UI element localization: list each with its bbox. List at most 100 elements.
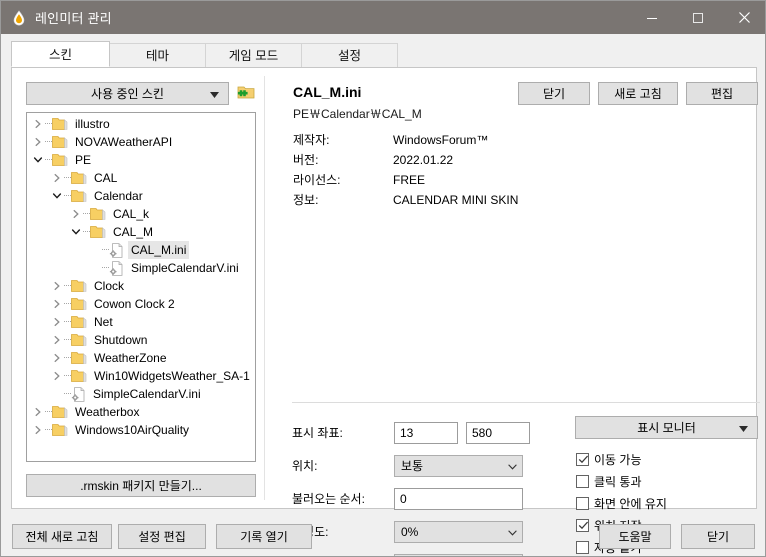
folder-icon: [90, 207, 106, 221]
close-window-button[interactable]: 닫기: [681, 524, 755, 549]
checkbox-unchecked-icon[interactable]: [576, 496, 589, 510]
metadata-row: 정보: CALENDAR MINI SKIN: [293, 190, 733, 210]
chevron-right-icon[interactable]: [31, 115, 45, 133]
ini-file-icon: [109, 242, 124, 258]
tree-folder-item[interactable]: CAL: [27, 169, 255, 187]
skin-filter-dropdown[interactable]: 사용 중인 스킨: [26, 82, 229, 105]
ini-file-icon: [71, 386, 86, 402]
metadata-value: CALENDAR MINI SKIN: [393, 193, 519, 207]
checkbox-row[interactable]: 화면 안에 유지: [576, 492, 765, 514]
tree-item-label: CAL_M: [113, 225, 154, 239]
close-icon[interactable]: [721, 1, 765, 34]
window-controls: [629, 1, 765, 34]
chevron-right-icon[interactable]: [50, 277, 64, 295]
chevron-right-icon[interactable]: [50, 349, 64, 367]
folder-icon: [52, 423, 68, 437]
checkbox-row[interactable]: 클릭 통과: [576, 470, 765, 492]
tree-folder-item[interactable]: CAL_M: [27, 223, 255, 241]
chevron-right-icon[interactable]: [31, 403, 45, 421]
refresh-skin-button[interactable]: 새로 고침: [598, 82, 678, 105]
tree-item-label: WeatherZone: [94, 351, 167, 365]
position-select[interactable]: 보통: [394, 454, 523, 477]
folder-icon: [71, 189, 87, 203]
tree-item-label: illustro: [75, 117, 110, 131]
tree-connector: [45, 123, 52, 125]
metadata-row: 버전: 2022.01.22: [293, 150, 733, 170]
checkbox-row[interactable]: 이동 가능: [576, 448, 765, 470]
tree-item-label: Cowon Clock 2: [94, 297, 175, 311]
tree-folder-item[interactable]: Win10WidgetsWeather_SA-1: [27, 367, 255, 385]
chevron-down-icon[interactable]: [31, 151, 45, 169]
refresh-all-button[interactable]: 전체 새로 고침: [12, 524, 112, 549]
tree-connector: [64, 339, 71, 341]
tree-item-label: CAL_k: [113, 207, 150, 221]
window-title: 레인미터 관리: [35, 11, 112, 26]
chevron-right-icon[interactable]: [50, 169, 64, 187]
edit-skin-button[interactable]: 편집: [686, 82, 758, 105]
tree-folder-item[interactable]: Calendar: [27, 187, 255, 205]
tree-item-label: Weatherbox: [75, 405, 140, 419]
minimize-icon[interactable]: [629, 1, 675, 34]
tree-folder-item[interactable]: Windows10AirQuality: [27, 421, 255, 439]
title-bar: 레인미터 관리: [1, 1, 765, 34]
tree-connector: [64, 321, 71, 323]
folder-icon: [52, 405, 68, 419]
chevron-down-icon: [210, 87, 219, 101]
folder-icon: [71, 369, 87, 383]
coordinate-y-input[interactable]: 580: [466, 421, 530, 444]
tree-item-label: PE: [75, 153, 92, 167]
tree-file-item[interactable]: CAL_M.ini: [27, 241, 255, 259]
tree-file-item[interactable]: SimpleCalendarV.ini: [27, 385, 255, 403]
tab-themes[interactable]: 테마: [109, 43, 206, 67]
tree-item-label: SimpleCalendarV.ini: [131, 261, 239, 275]
add-folder-icon[interactable]: [236, 82, 256, 102]
maximize-icon[interactable]: [675, 1, 721, 34]
create-rmskin-package-button[interactable]: .rmskin 패키지 만들기...: [26, 474, 256, 497]
chevron-right-icon[interactable]: [50, 313, 64, 331]
tab-skins[interactable]: 스킨: [11, 41, 110, 67]
tree-folder-item[interactable]: WeatherZone: [27, 349, 255, 367]
metadata-key: 라이선스:: [293, 173, 341, 187]
tree-folder-item[interactable]: illustro: [27, 115, 255, 133]
close-skin-button[interactable]: 닫기: [518, 82, 590, 105]
tree-folder-item[interactable]: NOVAWeatherAPI: [27, 133, 255, 151]
tree-folder-item[interactable]: Weatherbox: [27, 403, 255, 421]
tree-folder-item[interactable]: Net: [27, 313, 255, 331]
tree-folder-item[interactable]: Shutdown: [27, 331, 255, 349]
tree-folder-item[interactable]: CAL_k: [27, 205, 255, 223]
checkbox-unchecked-icon[interactable]: [576, 474, 589, 488]
coordinate-x-input[interactable]: 13: [394, 421, 458, 444]
open-log-button[interactable]: 기록 열기: [216, 524, 312, 549]
coordinates-label: 표시 좌표:: [292, 426, 343, 440]
tree-item-label: NOVAWeatherAPI: [75, 135, 173, 149]
checkbox-checked-icon[interactable]: [576, 452, 589, 466]
display-monitor-label: 표시 모니터: [637, 421, 696, 435]
edit-settings-button[interactable]: 설정 편집: [118, 524, 206, 549]
tab-game-mode[interactable]: 게임 모드: [205, 43, 302, 67]
help-button[interactable]: 도움말: [599, 524, 671, 549]
tab-settings[interactable]: 설정: [301, 43, 398, 67]
tree-file-item[interactable]: SimpleCalendarV.ini: [27, 259, 255, 277]
skin-tree[interactable]: illustro NOVAWeatherAPI PE CAL Calendar CAL_k…: [26, 112, 256, 462]
tree-folder-item[interactable]: PE: [27, 151, 255, 169]
metadata-key: 버전:: [293, 153, 319, 167]
load-order-input[interactable]: 0: [394, 487, 523, 510]
chevron-right-icon[interactable]: [69, 205, 83, 223]
chevron-right-icon[interactable]: [50, 331, 64, 349]
chevron-right-icon[interactable]: [31, 421, 45, 439]
chevron-right-icon[interactable]: [31, 133, 45, 151]
metadata-key: 정보:: [293, 193, 319, 207]
tree-folder-item[interactable]: Clock: [27, 277, 255, 295]
chevron-down-icon[interactable]: [69, 223, 83, 241]
metadata-value: 2022.01.22: [393, 153, 454, 167]
chevron-right-icon[interactable]: [50, 367, 64, 385]
tree-item-label: Clock: [94, 279, 125, 293]
tree-connector: [102, 249, 109, 251]
chevron-right-icon[interactable]: [50, 295, 64, 313]
chevron-down-icon[interactable]: [50, 187, 64, 205]
folder-icon: [52, 135, 68, 149]
tree-folder-item[interactable]: Cowon Clock 2: [27, 295, 255, 313]
create-rmskin-package-label: .rmskin 패키지 만들기...: [80, 479, 202, 493]
rainmeter-manage-window: 레인미터 관리 스킨 테마 게임 모드 설정 사용 중인 스킨 illustro…: [0, 0, 766, 557]
display-monitor-button[interactable]: 표시 모니터: [575, 416, 758, 439]
